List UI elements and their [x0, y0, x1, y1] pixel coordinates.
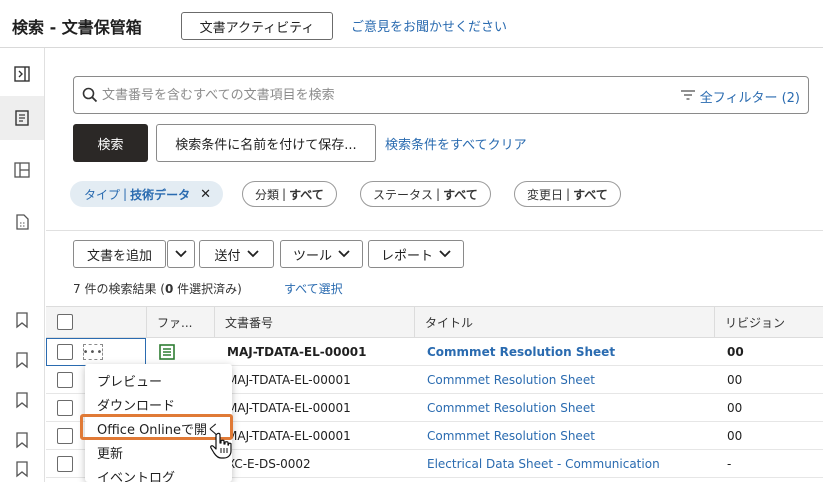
more-actions-icon[interactable]: •••	[83, 344, 103, 360]
all-filters-button[interactable]: 全フィルター (2)	[680, 87, 800, 106]
doc-number: MAJ-TDATA-EL-00001	[227, 373, 351, 387]
spreadsheet-file-icon[interactable]	[159, 344, 175, 364]
doc-revision: 00	[727, 401, 743, 415]
chevron-down-icon	[439, 247, 451, 262]
row-checkbox[interactable]	[57, 372, 73, 388]
chip-value: すべて	[289, 187, 324, 202]
row-checkbox[interactable]	[57, 400, 73, 416]
document-list-icon[interactable]	[0, 96, 44, 140]
column-header-revision[interactable]: リビジョン	[714, 307, 823, 338]
doc-revision: 00	[727, 429, 743, 443]
chip-label: ステータス	[373, 187, 434, 202]
send-label: 送付	[214, 248, 241, 264]
clear-search-link[interactable]: 検索条件をすべてクリア	[385, 134, 527, 153]
chip-value: すべて	[573, 187, 608, 202]
column-header-doc-number[interactable]: 文書番号	[214, 307, 414, 338]
row-checkbox[interactable]	[57, 428, 73, 444]
menu-item-preview[interactable]: プレビュー	[97, 371, 162, 390]
bookmark-icon[interactable]	[0, 378, 44, 422]
select-all-link[interactable]: すべて選択	[284, 280, 343, 297]
doc-revision: 00	[727, 345, 744, 359]
column-header-file[interactable]: ファ...	[146, 307, 214, 338]
row-checkbox[interactable]	[57, 456, 73, 472]
doc-title-link[interactable]: Electrical Data Sheet - Communication	[427, 450, 660, 478]
chip-label: タイプ	[84, 187, 121, 202]
doc-title-link[interactable]: Commmet Resolution Sheet	[427, 338, 615, 366]
column-header-title[interactable]: タイトル	[414, 307, 714, 338]
doc-number: MAJ-TDATA-EL-00001	[227, 401, 351, 415]
doc-title-link[interactable]: Commmet Resolution Sheet	[427, 366, 595, 394]
results-count: 7 件の検索結果 (0 件選択済み)	[73, 280, 242, 297]
section-divider	[46, 230, 823, 231]
filter-chip-type[interactable]: タイプ | 技術データ ✕	[70, 181, 223, 207]
left-rail	[0, 48, 45, 482]
filter-chip-modified[interactable]: 変更日 | すべて	[514, 181, 621, 207]
search-box: 全フィルター (2)	[73, 76, 809, 114]
document-details-icon[interactable]	[0, 200, 44, 244]
search-button[interactable]: 検索	[73, 124, 148, 162]
menu-item-download[interactable]: ダウンロード	[97, 395, 175, 414]
expand-panel-icon[interactable]	[0, 52, 44, 96]
chevron-down-icon	[338, 247, 350, 262]
results-suffix: 件選択済み)	[173, 282, 242, 296]
chip-value: すべて	[443, 187, 478, 202]
add-document-dropdown[interactable]	[167, 240, 195, 268]
report-button[interactable]: レポート	[368, 240, 464, 268]
tools-label: ツール	[292, 248, 332, 264]
bookmark-icon[interactable]	[0, 456, 44, 482]
chevron-down-icon	[175, 247, 187, 262]
table-header: ファ... 文書番号 タイトル リビジョン	[46, 306, 823, 338]
doc-title-link[interactable]: Commmet Resolution Sheet	[427, 394, 595, 422]
chevron-down-icon	[246, 247, 259, 262]
select-all-checkbox[interactable]	[57, 314, 73, 330]
tools-button[interactable]: ツール	[280, 240, 363, 268]
filter-chip-category[interactable]: 分類 | すべて	[242, 181, 337, 207]
add-document-button[interactable]: 文書を追加	[73, 240, 166, 268]
hand-cursor-icon	[210, 432, 232, 464]
chip-value: 技術データ	[130, 187, 191, 202]
bookmark-icon[interactable]	[0, 338, 44, 382]
doc-title-link[interactable]: Commmet Resolution Sheet	[427, 422, 595, 450]
menu-item-update[interactable]: 更新	[97, 443, 123, 462]
chip-label: 分類	[255, 187, 280, 202]
layout-panel-icon[interactable]	[0, 148, 44, 192]
doc-revision: 00	[727, 373, 743, 387]
search-input[interactable]	[102, 83, 662, 107]
table-row[interactable]: ••• MAJ-TDATA-EL-00001 Commmet Resolutio…	[46, 338, 823, 366]
row-checkbox[interactable]	[57, 344, 73, 360]
doc-number: XC-E-DS-0002	[227, 457, 311, 471]
filter-chip-status[interactable]: ステータス | すべて	[360, 181, 491, 207]
search-icon	[82, 87, 98, 107]
save-search-button[interactable]: 検索条件に名前を付けて保存...	[156, 124, 376, 162]
send-button[interactable]: 送付	[199, 240, 274, 268]
remove-filter-icon[interactable]: ✕	[200, 187, 211, 202]
page-header: 検索 - 文書保管箱 文書アクティビティ ご意見をお聞かせください	[0, 0, 823, 48]
filter-icon	[680, 89, 696, 105]
feedback-link[interactable]: ご意見をお聞かせください	[351, 16, 507, 35]
all-filters-label: 全フィルター (2)	[699, 91, 800, 106]
bookmark-icon[interactable]	[0, 298, 44, 342]
menu-item-event-log[interactable]: イベントログ	[97, 467, 175, 482]
document-activity-button[interactable]: 文書アクティビティ	[181, 12, 333, 40]
doc-number: MAJ-TDATA-EL-00001	[227, 345, 367, 359]
page-title: 検索 - 文書保管箱	[12, 18, 142, 37]
results-prefix: 7 件の検索結果 (	[73, 282, 165, 296]
doc-revision: -	[727, 457, 732, 471]
chip-label: 変更日	[527, 187, 564, 202]
doc-number: MAJ-TDATA-EL-00001	[227, 429, 351, 443]
report-label: レポート	[380, 248, 433, 264]
